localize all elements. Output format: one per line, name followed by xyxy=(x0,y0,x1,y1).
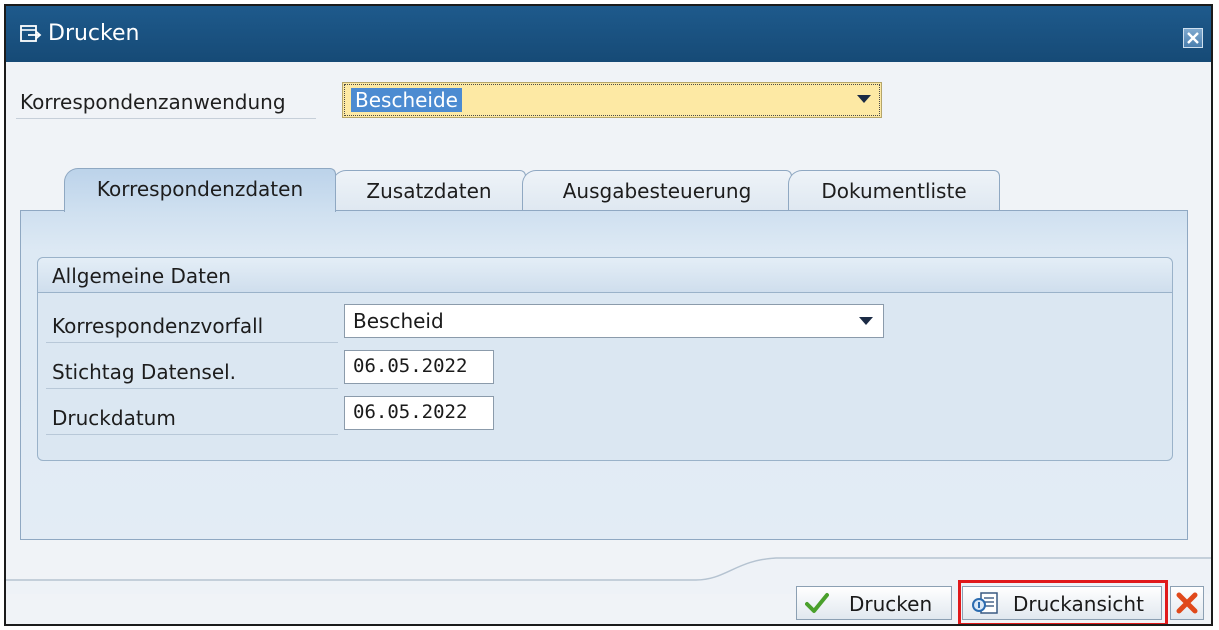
print-preview-button-label: Druckansicht xyxy=(1013,592,1144,616)
tab-label: Zusatzdaten xyxy=(366,179,492,203)
print-button[interactable]: Drucken xyxy=(796,586,952,620)
key-date-value: 06.05.2022 xyxy=(353,355,468,377)
label-underline xyxy=(46,434,338,435)
print-preview-button[interactable]: Druckansicht xyxy=(962,586,1162,620)
print-date-value: 06.05.2022 xyxy=(353,401,468,423)
group-general-data: Allgemeine Daten Korrespondenzvorfall Be… xyxy=(37,257,1173,461)
tab-korrespondenzdaten[interactable]: Korrespondenzdaten xyxy=(64,168,336,212)
correspondence-application-value: Bescheide xyxy=(351,88,462,112)
cancel-icon xyxy=(1176,592,1198,619)
label-underline xyxy=(16,118,316,119)
print-dialog: Drucken Korrespondenzanwendung Bescheide… xyxy=(4,4,1213,626)
label-underline xyxy=(46,342,338,343)
chevron-down-icon[interactable] xyxy=(859,317,873,325)
tab-label: Ausgabesteuerung xyxy=(562,179,752,203)
tab-label: Dokumentliste xyxy=(821,179,967,203)
group-title: Allgemeine Daten xyxy=(52,264,231,288)
key-date-input[interactable]: 06.05.2022 xyxy=(344,350,494,384)
print-dialog-icon xyxy=(20,24,42,44)
checkmark-icon xyxy=(805,592,829,619)
tab-zusatzdaten[interactable]: Zusatzdaten xyxy=(332,170,526,210)
tab-ausgabesteuerung[interactable]: Ausgabesteuerung xyxy=(522,170,792,210)
tab-label: Korrespondenzdaten xyxy=(96,177,304,201)
correspondence-application-dropdown[interactable]: Bescheide xyxy=(342,82,882,118)
chevron-down-icon[interactable] xyxy=(857,95,871,103)
close-icon xyxy=(1187,32,1199,44)
print-preview-icon xyxy=(971,592,1001,621)
close-button[interactable] xyxy=(1183,28,1203,48)
correspondence-event-dropdown[interactable]: Bescheid xyxy=(344,304,884,338)
tab-dokumentliste[interactable]: Dokumentliste xyxy=(788,170,1000,210)
correspondence-application-label: Korrespondenzanwendung xyxy=(20,90,286,114)
group-header: Allgemeine Daten xyxy=(38,258,1172,293)
print-date-input[interactable]: 06.05.2022 xyxy=(344,396,494,430)
title-bar: Drucken xyxy=(6,6,1211,62)
correspondence-event-label: Korrespondenzvorfall xyxy=(52,314,264,338)
cancel-button[interactable] xyxy=(1170,586,1204,620)
key-date-label: Stichtag Datensel. xyxy=(52,360,237,384)
label-underline xyxy=(46,388,338,389)
window-title: Drucken xyxy=(48,21,140,46)
tab-panel-korrespondenzdaten: Allgemeine Daten Korrespondenzvorfall Be… xyxy=(20,210,1188,540)
print-date-label: Druckdatum xyxy=(52,406,176,430)
print-button-label: Drucken xyxy=(849,592,933,616)
correspondence-event-value: Bescheid xyxy=(353,309,444,333)
